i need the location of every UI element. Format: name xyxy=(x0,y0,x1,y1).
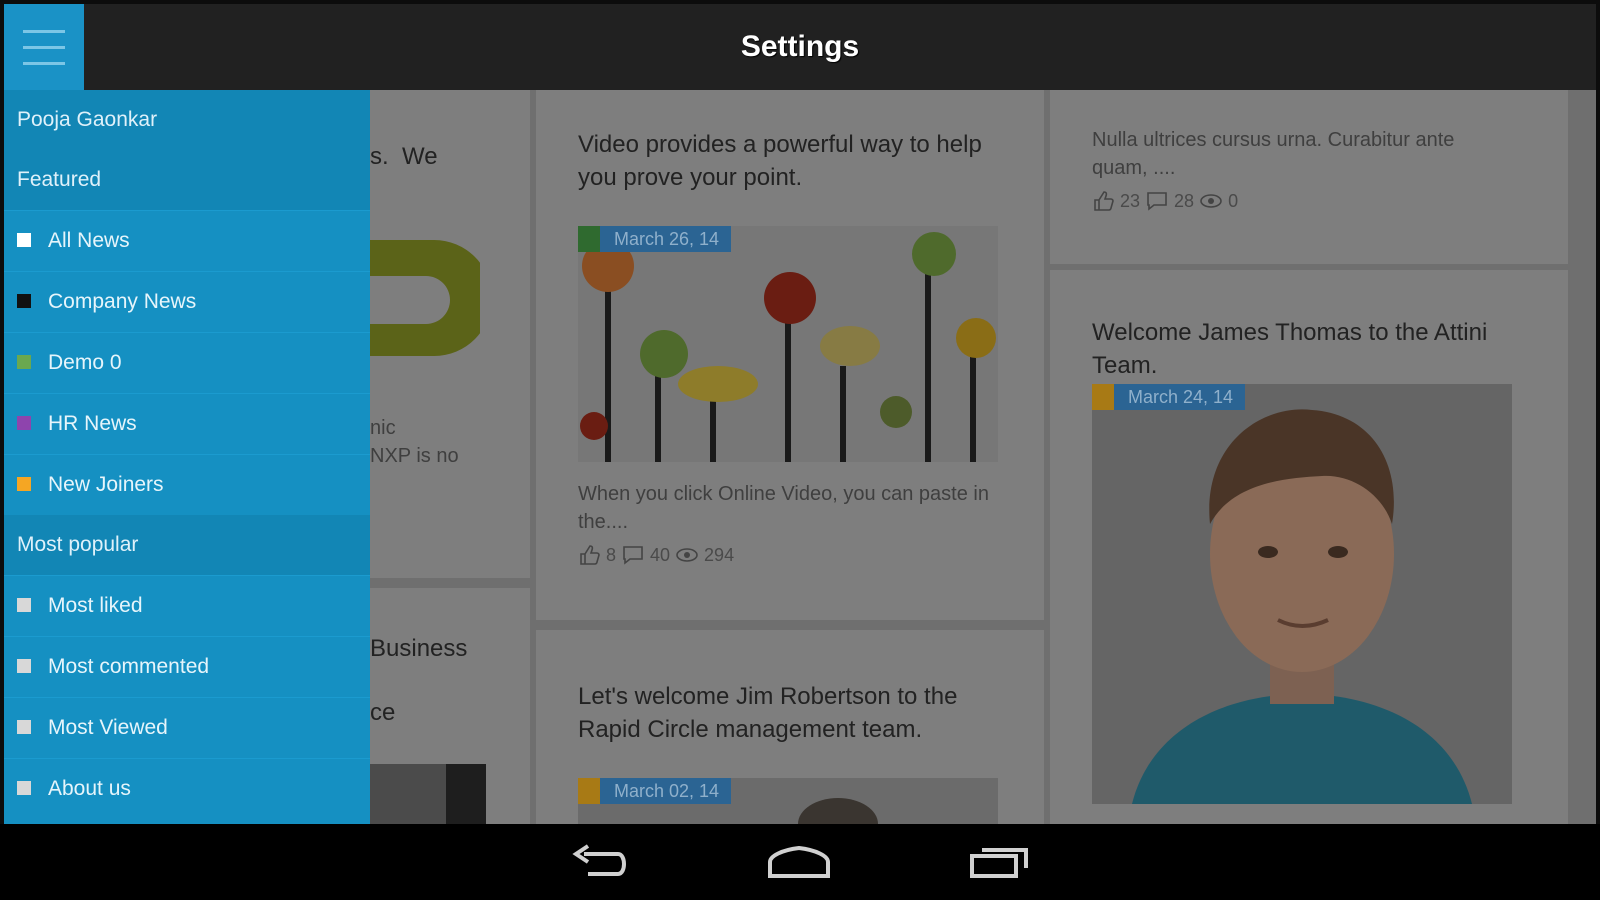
category-color-icon xyxy=(17,781,31,795)
person-portrait-image xyxy=(1092,384,1512,804)
drawer-item-label: Most Viewed xyxy=(48,716,168,739)
comment-count: 28 xyxy=(1174,190,1195,211)
drawer-item-company-news[interactable]: Company News xyxy=(4,271,370,332)
drawer-categories: All News Company News Demo 0 HR News New… xyxy=(4,210,370,515)
card-excerpt: Nulla ultrices cursus urna. Curabitur an… xyxy=(1092,129,1455,179)
drawer-item-demo-0[interactable]: Demo 0 xyxy=(4,332,370,393)
card-image: March 24, 14 xyxy=(1092,384,1512,804)
drawer-item-label: Most liked xyxy=(48,594,143,617)
recents-icon xyxy=(970,848,1028,878)
category-color-icon xyxy=(17,720,31,734)
card-title-fragment: Business xyxy=(370,635,468,662)
drawer-item-label: About us xyxy=(48,777,131,800)
hamburger-line xyxy=(23,45,65,49)
date-badge: March 02, 14 xyxy=(578,778,732,804)
home-button[interactable] xyxy=(764,842,834,882)
news-card[interactable]: Welcome James Thomas to the Attini Team.… xyxy=(1050,270,1568,824)
drawer-item-label: Most commented xyxy=(48,655,210,678)
category-color-icon xyxy=(17,659,31,673)
views-icon xyxy=(676,548,698,562)
drawer-popular: Most liked Most commented Most Viewed Ab… xyxy=(4,575,370,819)
category-color-icon xyxy=(17,355,31,369)
news-card[interactable]: Nulla ultrices cursus urna. Curabitur an… xyxy=(1050,90,1568,264)
drawer-section-most-popular[interactable]: Most popular xyxy=(4,515,370,575)
card-image: March 26, 14 xyxy=(578,226,998,462)
category-color-tag xyxy=(578,778,600,804)
drawer-item-label: All News xyxy=(48,229,130,252)
news-card-video[interactable]: Video provides a powerful way to help yo… xyxy=(536,90,1044,620)
card-title-fragment: s. We xyxy=(370,143,438,170)
card-title: Video provides a powerful way to help yo… xyxy=(578,131,982,191)
views-count: 0 xyxy=(1228,190,1239,211)
system-navigation-bar xyxy=(0,824,1600,900)
card-stats: 23 28 0 xyxy=(1092,190,1238,212)
drawer-item-all-news[interactable]: All News xyxy=(4,210,370,271)
category-color-icon xyxy=(17,598,31,612)
card-image xyxy=(370,764,486,824)
drawer-item-label: New Joiners xyxy=(48,473,164,496)
drawer-item-about-us[interactable]: About us xyxy=(4,758,370,819)
category-color-tag xyxy=(1092,384,1114,410)
drawer-item-new-joiners[interactable]: New Joiners xyxy=(4,454,370,515)
app-bar: Settings xyxy=(4,4,1596,90)
category-color-icon xyxy=(17,477,31,491)
card-image: March 02, 14 xyxy=(578,778,998,824)
hamburger-line xyxy=(23,29,65,33)
drawer-item-label: Demo 0 xyxy=(48,351,122,374)
comment-icon[interactable] xyxy=(622,544,644,566)
drawer-user-name[interactable]: Pooja Gaonkar xyxy=(4,90,370,150)
comment-icon[interactable] xyxy=(1146,190,1168,212)
card-image xyxy=(364,240,492,356)
drawer-item-hr-news[interactable]: HR News xyxy=(4,393,370,454)
category-color-icon xyxy=(17,416,31,430)
like-icon[interactable] xyxy=(1092,190,1114,212)
hamburger-line xyxy=(23,61,65,65)
like-icon[interactable] xyxy=(578,544,600,566)
menu-button[interactable] xyxy=(4,4,84,90)
drawer-item-most-liked[interactable]: Most liked xyxy=(4,575,370,636)
views-icon xyxy=(1200,194,1222,208)
vegetables-on-forks-image xyxy=(578,226,998,462)
card-excerpt-line: NXP is no xyxy=(370,445,459,467)
post-date: March 26, 14 xyxy=(600,226,732,252)
news-card[interactable]: Let's welcome Jim Robertson to the Rapid… xyxy=(536,630,1044,824)
drawer-section-featured[interactable]: Featured xyxy=(4,150,370,210)
category-color-icon xyxy=(17,233,31,247)
date-badge: March 26, 14 xyxy=(578,226,732,252)
navigation-drawer: Pooja Gaonkar Featured All News Company … xyxy=(4,90,370,824)
home-icon xyxy=(768,845,830,878)
like-count: 23 xyxy=(1120,190,1141,211)
recents-button[interactable] xyxy=(964,842,1034,882)
page-title: Settings xyxy=(740,30,860,63)
category-color-tag xyxy=(578,226,600,252)
drawer-item-label: HR News xyxy=(48,412,137,435)
logo-shape-icon xyxy=(364,240,492,356)
back-button[interactable] xyxy=(564,842,634,882)
like-count: 8 xyxy=(606,544,617,565)
drawer-item-most-viewed[interactable]: Most Viewed xyxy=(4,697,370,758)
card-excerpt: When you click Online Video, you can pas… xyxy=(578,483,989,533)
back-icon xyxy=(572,844,626,876)
views-count: 294 xyxy=(704,544,735,565)
card-title-fragment: ce xyxy=(370,699,396,726)
comment-count: 40 xyxy=(650,544,671,565)
category-color-icon xyxy=(17,294,31,308)
card-excerpt-line: nic xyxy=(370,417,396,439)
date-badge: March 24, 14 xyxy=(1092,384,1246,410)
card-title: Let's welcome Jim Robertson to the Rapid… xyxy=(578,683,958,743)
card-stats: 8 40 294 xyxy=(578,544,734,566)
drawer-item-label: Company News xyxy=(48,290,197,313)
post-date: March 02, 14 xyxy=(600,778,732,804)
drawer-item-most-commented[interactable]: Most commented xyxy=(4,636,370,697)
card-title: Welcome James Thomas to the Attini Team. xyxy=(1092,319,1488,379)
post-date: March 24, 14 xyxy=(1114,384,1246,410)
